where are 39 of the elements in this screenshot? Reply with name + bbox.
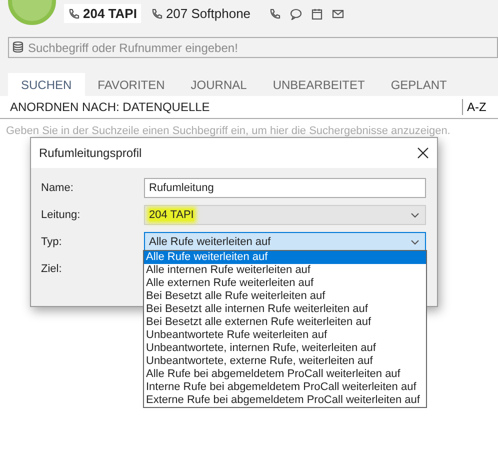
close-button[interactable] [417, 147, 429, 159]
search-field[interactable]: Suchbegriff oder Rufnummer eingeben! [8, 37, 498, 58]
dropdown-option[interactable]: Unbeantwortete, externe Rufe, weiterleiten auf [144, 355, 426, 368]
dropdown-option[interactable]: Bei Besetzt alle Rufe weiterleiten auf [144, 290, 426, 303]
dropdown-option[interactable]: Externe Rufe bei abgemeldetem ProCall weiterleiten auf [144, 394, 426, 407]
dropdown-option[interactable]: Alle Rufe weiterleiten auf [144, 251, 426, 264]
dropdown-option[interactable]: Alle externen Rufe weiterleiten auf [144, 277, 426, 290]
dropdown-option[interactable]: Interne Rufe bei abgemeldetem ProCall weiterleiten auf [144, 381, 426, 394]
dialog-title: Rufumleitungsprofil [39, 146, 142, 160]
phone-icon [150, 8, 163, 20]
dropdown-option[interactable]: Bei Besetzt alle externen Rufe weiterleiten auf [144, 316, 426, 329]
mail-icon[interactable] [332, 8, 344, 20]
field-label: Name: [41, 182, 74, 194]
tab[interactable]: FAVORITEN [84, 73, 178, 96]
chat-bubble-icon[interactable] [290, 8, 302, 20]
tab[interactable]: UNBEARBEITET [260, 73, 378, 96]
phone-icon[interactable] [268, 8, 281, 20]
line-button[interactable]: 207 Softphone [146, 4, 255, 24]
sort-order-button[interactable]: A-Z [462, 99, 498, 115]
close-icon [417, 147, 429, 159]
field-label: Ziel: [41, 263, 63, 275]
hint-text: Geben Sie in der Suchzeile einen Suchbegriff ein, um hier die Suchergebnisse anzuzeigen. [5, 124, 452, 139]
dropdown-option[interactable]: Unbeantwortete, internen Rufe, weiterleiten auf [144, 342, 426, 355]
line-button[interactable]: 204 TAPI [64, 4, 141, 24]
dropdown-option[interactable]: Bei Besetzt alle internen Rufe weiterleiten auf [144, 303, 426, 316]
dropdown-option[interactable]: Alle Rufe bei abgemeldetem ProCall weiterleiten auf [144, 368, 426, 381]
field-label: Typ: [41, 236, 63, 248]
tab[interactable]: GEPLANT [378, 73, 460, 96]
calendar-icon[interactable] [310, 8, 323, 20]
text-field[interactable]: Rufumleitung [144, 178, 426, 198]
phone-icon [68, 8, 80, 20]
highlighted-value: 204 TAPI [149, 209, 194, 221]
field-label: Leitung: [41, 209, 82, 221]
dropdown[interactable]: Alle Rufe weiterleiten auf [144, 232, 426, 252]
tab[interactable]: JOURNAL [178, 73, 260, 96]
tab[interactable]: SUCHEN [8, 73, 85, 96]
sort-label: ANORDNEN NACH: DATENQUELLE [10, 100, 211, 114]
dropdown-option[interactable]: Alle internen Rufe weiterleiten auf [144, 264, 426, 277]
dropdown-option[interactable]: Unbeantwortete Rufe weiterleiten auf [144, 329, 426, 342]
